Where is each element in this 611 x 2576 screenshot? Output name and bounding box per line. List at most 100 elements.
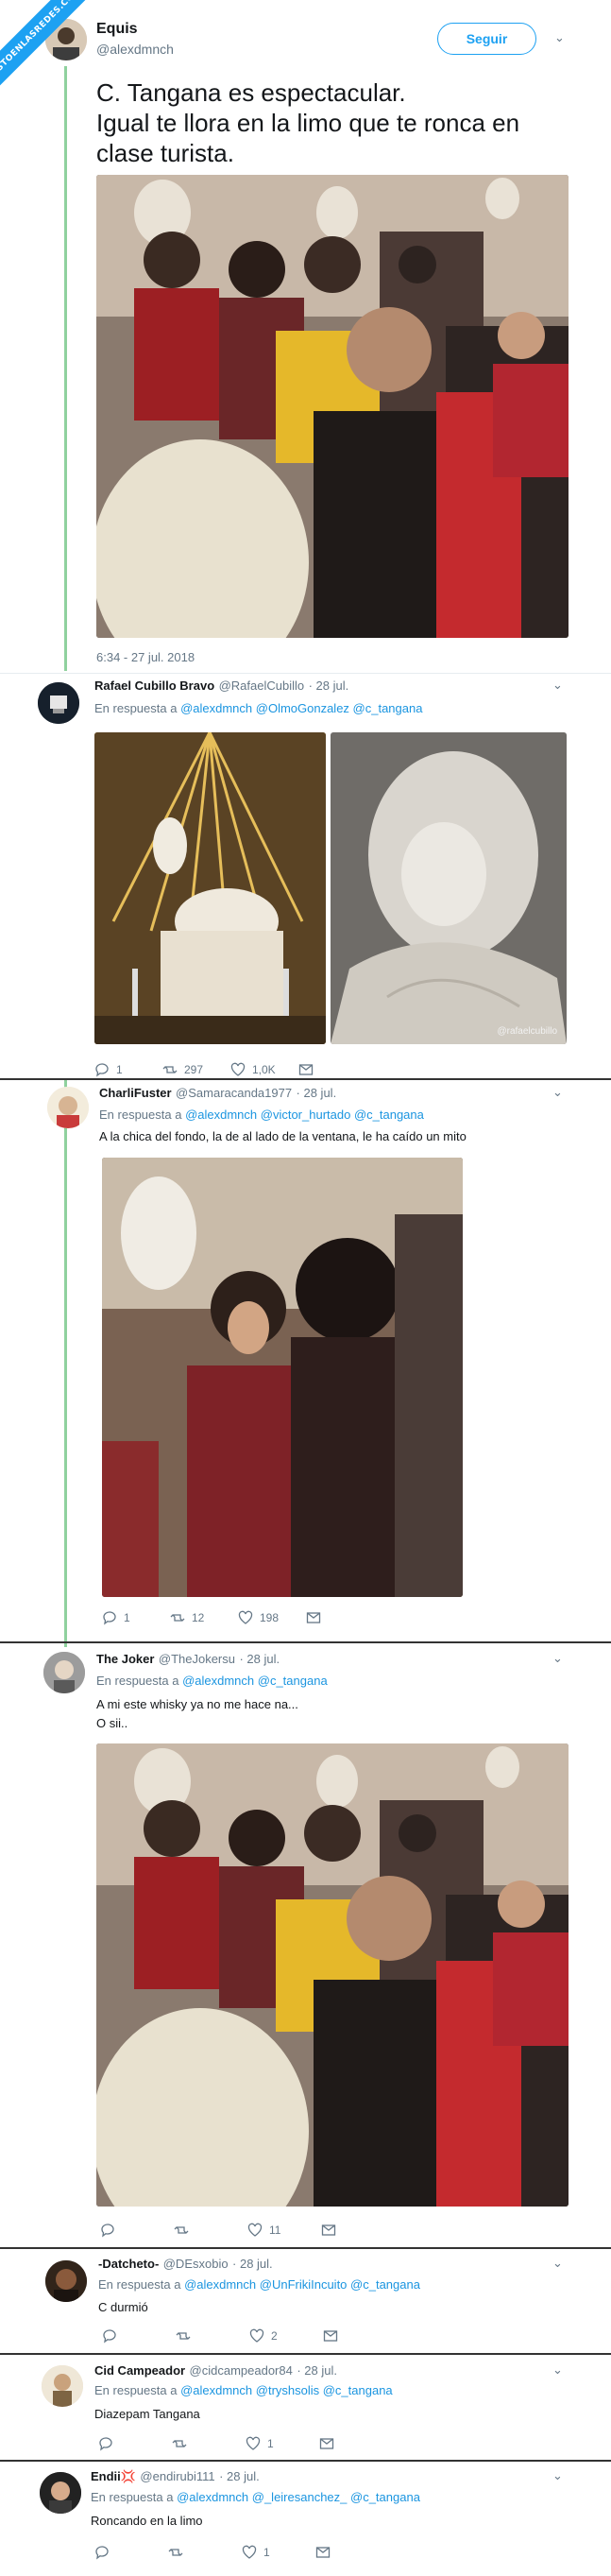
chevron-down-icon[interactable]: ⌄ (552, 1085, 563, 1100)
retweet-button[interactable] (172, 2436, 246, 2451)
author-name[interactable]: CharliFuster (99, 1086, 172, 1100)
heart-icon (249, 2328, 264, 2343)
tweet-photo[interactable]: @rafaelcubillo (331, 732, 567, 1044)
follow-label: Seguir (466, 31, 508, 46)
reply-button[interactable] (102, 2328, 176, 2344)
avatar[interactable] (45, 2260, 87, 2302)
reply-mentions[interactable]: @alexdmnch @_leiresanchez_ @c_tangana (177, 2490, 420, 2504)
avatar[interactable] (47, 1087, 89, 1128)
like-button[interactable]: 1 (242, 2545, 315, 2560)
like-button[interactable]: 198 (238, 1610, 306, 1625)
message-button[interactable] (321, 2223, 336, 2238)
tweet-date[interactable]: · 28 jul. (239, 1652, 280, 1666)
chevron-down-icon[interactable]: ⌄ (552, 1651, 563, 1666)
tweet-date[interactable]: · 28 jul. (297, 2363, 337, 2378)
author-handle[interactable]: @cidcampeador84 (190, 2363, 293, 2378)
reply-mentions[interactable]: @alexdmnch @c_tangana (182, 1674, 328, 1688)
reply-context: En respuesta a @alexdmnch @UnFrikiIncuit… (98, 2277, 420, 2292)
reply-text-line: O sii.. (96, 1716, 128, 1730)
reply-text: A mi este whisky ya no me hace na... O s… (96, 1695, 298, 1733)
reply-button[interactable] (94, 2545, 168, 2560)
section-divider (0, 2247, 611, 2249)
reply-text: Roncando en la limo (91, 2514, 203, 2528)
reply-mentions[interactable]: @alexdmnch @tryshsolis @c_tangana (180, 2383, 393, 2397)
author-name[interactable]: Equis (96, 21, 138, 38)
retweet-button[interactable] (174, 2223, 247, 2238)
avatar[interactable] (40, 2472, 81, 2514)
reply-button[interactable]: 1 (102, 1610, 170, 1625)
retweet-button[interactable] (176, 2328, 249, 2344)
retweet-icon (168, 2549, 183, 2556)
chevron-down-icon[interactable]: ⌄ (552, 2362, 563, 2378)
reply-prefix: En respuesta a (94, 701, 178, 715)
reply-text-line: A mi este whisky ya no me hace na... (96, 1697, 298, 1711)
reply-context: En respuesta a @alexdmnch @_leiresanchez… (91, 2490, 420, 2504)
message-button[interactable] (323, 2328, 338, 2344)
retweet-button[interactable]: 297 (162, 1062, 230, 1077)
tweet-photo[interactable] (102, 1158, 463, 1597)
envelope-icon (319, 2438, 334, 2449)
tweet-photo[interactable] (94, 732, 326, 1044)
reply-button[interactable] (100, 2223, 174, 2238)
reply-context: En respuesta a @alexdmnch @c_tangana (96, 1674, 328, 1688)
reply-mentions[interactable]: @alexdmnch @victor_hurtado @c_tangana (185, 1108, 424, 1122)
retweet-icon (174, 2226, 189, 2234)
author-name[interactable]: Endii💢 (91, 2469, 136, 2483)
reply-context: En respuesta a @alexdmnch @victor_hurtad… (99, 1108, 424, 1122)
author-name[interactable]: -Datcheto- (98, 2257, 159, 2271)
tweet-date[interactable]: · 28 jul. (232, 2257, 273, 2271)
author-handle[interactable]: @RafaelCubillo (219, 678, 305, 693)
retweet-count: 297 (184, 1063, 204, 1076)
tweet-date[interactable]: · 28 jul. (297, 1086, 337, 1100)
tweet-timestamp[interactable]: 6:34 - 27 jul. 2018 (96, 650, 195, 664)
reply-button[interactable] (98, 2436, 172, 2451)
envelope-icon (315, 2547, 331, 2558)
retweet-button[interactable] (168, 2545, 242, 2560)
author-handle[interactable]: @TheJokersu (159, 1652, 235, 1666)
like-button[interactable]: 11 (247, 2223, 321, 2238)
tweet-photo[interactable] (96, 175, 569, 638)
like-button[interactable]: 2 (249, 2328, 323, 2344)
chevron-down-icon[interactable]: ⌄ (552, 2256, 563, 2271)
author-name[interactable]: Rafael Cubillo Bravo (94, 678, 214, 693)
reply-mentions[interactable]: @alexdmnch @OlmoGonzalez @c_tangana (180, 701, 422, 715)
avatar[interactable] (42, 2365, 83, 2407)
avatar[interactable] (38, 682, 79, 724)
tweet-actions: 2 (102, 2327, 338, 2345)
heart-icon (246, 2436, 261, 2450)
author-handle[interactable]: @Samaracanda1977 (176, 1086, 292, 1100)
thread-line (64, 1080, 67, 1647)
follow-button[interactable]: Seguir (437, 23, 536, 55)
avatar[interactable] (43, 1652, 85, 1693)
retweet-icon (172, 2440, 187, 2447)
author-handle[interactable]: @alexdmnch (96, 42, 174, 57)
message-button[interactable] (298, 1062, 314, 1077)
like-button[interactable]: 1,0K (230, 1062, 298, 1077)
chevron-down-icon[interactable]: ⌄ (554, 30, 565, 45)
author-handle[interactable]: @endirubi111 (140, 2469, 214, 2483)
message-button[interactable] (315, 2545, 331, 2560)
message-button[interactable] (319, 2436, 334, 2451)
reply-prefix: En respuesta a (94, 2383, 178, 2397)
tweet-text: C. Tangana es espectacular. Igual te llo… (96, 77, 519, 168)
author-name[interactable]: Cid Campeador (94, 2363, 185, 2378)
tweet-actions: 1 297 1,0K (94, 1060, 314, 1079)
chevron-down-icon[interactable]: ⌄ (552, 678, 563, 693)
like-count: 1 (267, 2437, 274, 2450)
reply-button[interactable]: 1 (94, 1062, 162, 1077)
tweet-text-line: Igual te llora en la limo que te ronca e… (96, 109, 520, 137)
tweet-date[interactable]: · 28 jul. (219, 2469, 260, 2483)
author-handle[interactable]: @DEsxobio (163, 2257, 229, 2271)
reply-mentions[interactable]: @alexdmnch @UnFrikiIncuito @c_tangana (184, 2277, 420, 2292)
tweet-photo[interactable] (96, 1743, 569, 2207)
divider (0, 673, 611, 674)
message-button[interactable] (306, 1610, 321, 1625)
chevron-down-icon[interactable]: ⌄ (552, 2468, 563, 2483)
like-button[interactable]: 1 (246, 2436, 319, 2451)
retweet-button[interactable]: 12 (170, 1610, 238, 1625)
author-name[interactable]: The Joker (96, 1652, 154, 1666)
like-count: 2 (271, 2329, 278, 2343)
reply-icon (99, 2437, 112, 2451)
tweet-date[interactable]: · 28 jul. (309, 678, 349, 693)
tweet-actions: 1 12 198 (102, 1608, 321, 1627)
